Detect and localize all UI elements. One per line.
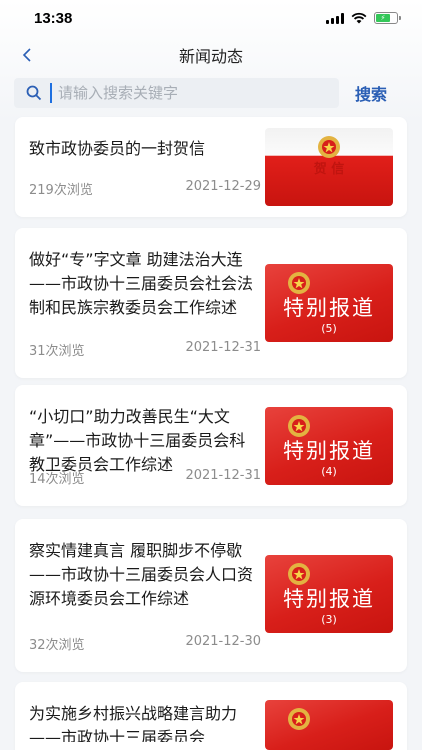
publish-date: 2021-12-31 (185, 468, 261, 483)
news-card[interactable]: 察实情建真言 履职脚步不停歇——市政协十三届委员会人口资源环境委员会工作综述 3… (15, 519, 407, 672)
view-count: 219次浏览 (29, 183, 93, 198)
news-thumbnail: 特别报道 (5) (265, 264, 393, 342)
thumbnail-label: 特别报道 (283, 296, 375, 320)
news-thumbnail: 贺 信 (265, 128, 393, 206)
status-time: 13:38 (34, 9, 73, 27)
thumbnail-label: 贺 信 (313, 162, 345, 177)
news-title: 致市政协委员的一封贺信 (29, 139, 206, 158)
news-meta: 14次浏览 2021-12-31 (29, 468, 261, 487)
emblem-icon (288, 708, 310, 730)
status-bar: 13:38 ⚡ (0, 0, 422, 36)
news-thumbnail (265, 700, 393, 750)
cellular-signal-icon (326, 12, 344, 24)
page-title: 新闻动态 (178, 47, 243, 66)
view-count: 14次浏览 (29, 472, 85, 487)
thumbnail-label: 特别报道 (283, 587, 375, 611)
news-card[interactable]: 为实施乡村振兴战略建言助力——市政协十三届委员会 (15, 682, 407, 750)
status-icons: ⚡ (326, 12, 401, 24)
news-card[interactable]: “小切口”助力改善民生“大文章”——市政协十三届委员会科教卫委员会工作综述 14… (15, 385, 407, 506)
news-title: “小切口”助力改善民生“大文章”——市政协十三届委员会科教卫委员会工作综述 (29, 407, 246, 474)
search-bar: 搜索 (14, 78, 408, 108)
news-thumbnail: 特别报道 (4) (265, 407, 393, 485)
news-card[interactable]: 致市政协委员的一封贺信 219次浏览 2021-12-29 贺 信 (15, 117, 407, 217)
news-meta: 219次浏览 2021-12-29 (29, 179, 261, 198)
back-button[interactable] (16, 44, 38, 66)
publish-date: 2021-12-29 (185, 179, 261, 194)
thumbnail-number: (4) (321, 465, 337, 478)
search-button[interactable]: 搜索 (355, 81, 387, 105)
publish-date: 2021-12-31 (185, 340, 261, 355)
search-box[interactable] (14, 78, 339, 108)
news-meta: 31次浏览 2021-12-31 (29, 340, 261, 359)
battery-icon: ⚡ (374, 12, 401, 24)
chevron-left-icon (22, 48, 31, 62)
news-card[interactable]: 做好“专”字文章 助建法治大连——市政协十三届委员会社会法制和民族宗教委员会工作… (15, 228, 407, 378)
thumbnail-number: (5) (321, 322, 337, 335)
thumbnail-label: 特别报道 (283, 439, 375, 463)
news-title: 察实情建真言 履职脚步不停歇——市政协十三届委员会人口资源环境委员会工作综述 (29, 541, 254, 608)
news-meta: 32次浏览 2021-12-30 (29, 634, 261, 653)
search-icon (26, 85, 42, 101)
view-count: 32次浏览 (29, 638, 85, 653)
navigation-bar: 新闻动态 (0, 38, 422, 72)
publish-date: 2021-12-30 (185, 634, 261, 649)
news-title: 为实施乡村振兴战略建言助力——市政协十三届委员会 (29, 704, 238, 742)
thumbnail-number: (3) (321, 613, 337, 626)
search-input[interactable] (50, 83, 320, 103)
view-count: 31次浏览 (29, 344, 85, 359)
news-thumbnail: 特别报道 (3) (265, 555, 393, 633)
wifi-icon (351, 12, 367, 24)
news-title: 做好“专”字文章 助建法治大连——市政协十三届委员会社会法制和民族宗教委员会工作… (29, 250, 254, 317)
